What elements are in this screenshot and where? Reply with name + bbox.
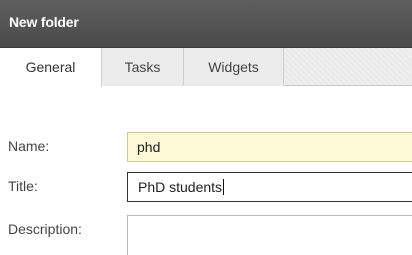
dialog-titlebar[interactable]: New folder	[0, 0, 412, 48]
description-label: Description:	[8, 221, 82, 237]
title-label: Title:	[8, 178, 38, 194]
name-label: Name:	[8, 138, 50, 154]
new-folder-dialog: New folder General Tasks Widgets Name: T…	[0, 0, 412, 255]
title-input[interactable]: PhD students	[127, 172, 412, 202]
tab-widgets[interactable]: Widgets	[184, 48, 284, 86]
description-textarea[interactable]	[127, 215, 412, 255]
name-input[interactable]	[127, 132, 412, 162]
tab-general[interactable]: General	[0, 48, 102, 87]
title-input-text: PhD students	[138, 179, 223, 195]
tab-tasks[interactable]: Tasks	[102, 48, 184, 86]
tab-strip-filler	[284, 48, 412, 85]
title-input-value: PhD students	[138, 179, 225, 195]
dialog-title: New folder	[9, 14, 79, 30]
tab-strip: General Tasks Widgets	[0, 48, 412, 87]
text-caret	[223, 179, 225, 195]
